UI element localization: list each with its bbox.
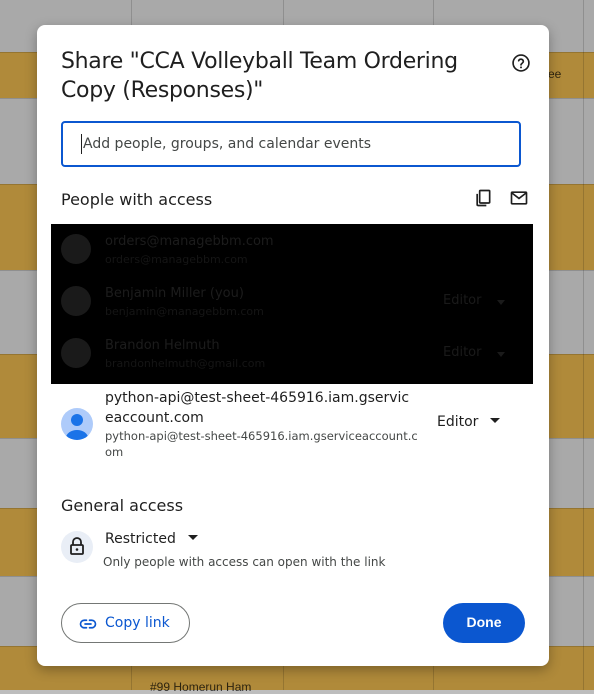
avatar (61, 234, 91, 264)
access-level-label: Restricted (105, 531, 176, 547)
sheet-cell-text: ee (548, 67, 562, 81)
redacted-person-email: benjamin@managebbm.com (105, 305, 264, 318)
chevron-down-icon (187, 535, 198, 540)
chevron-down-icon (497, 352, 505, 357)
redacted-person-row: orders@managebbm.com orders@managebbm.co… (51, 224, 533, 274)
person-email: python-api@test-sheet-465916.iam.gservic… (105, 429, 418, 459)
chevron-down-icon (490, 418, 501, 423)
link-icon (79, 619, 97, 629)
add-people-field[interactable] (61, 121, 521, 167)
redacted-person-row: Brandon Helmuth brandonhelmuth@gmail.com… (51, 328, 533, 380)
mail-icon[interactable] (509, 188, 529, 208)
general-access-dropdown[interactable]: Restricted (105, 530, 198, 548)
role-label: Editor (437, 414, 479, 430)
help-circle-icon[interactable] (511, 53, 531, 73)
done-button[interactable]: Done (443, 603, 525, 643)
redacted-person-name: Benjamin Miller (you) (105, 286, 244, 301)
dialog-title: Share "CCA Volleyball Team Ordering Copy… (61, 49, 458, 103)
redacted-person-email: brandonhelmuth@gmail.com (105, 357, 266, 370)
avatar (61, 408, 93, 440)
general-access-heading: General access (61, 496, 184, 515)
redacted-person-row: Benjamin Miller (you) benjamin@managebbm… (51, 276, 533, 328)
person-name: python-api@test-sheet-465916.iam.gservic… (105, 390, 410, 426)
role-dropdown[interactable]: Editor (437, 413, 501, 435)
lock-icon (70, 537, 84, 555)
redacted-person-name: orders@managebbm.com (105, 234, 274, 249)
text-caret (81, 134, 82, 154)
avatar (61, 286, 91, 316)
redacted-role: Editor (443, 293, 482, 308)
redacted-person-email: orders@managebbm.com (105, 253, 248, 266)
sheet-cell-text: #99 Homerun Ham (150, 680, 252, 694)
done-label: Done (466, 614, 502, 630)
copy-icon[interactable] (473, 188, 493, 208)
redacted-people-list: orders@managebbm.com orders@managebbm.co… (51, 224, 533, 384)
share-dialog: Share "CCA Volleyball Team Ordering Copy… (37, 25, 549, 666)
redacted-person-name: Brandon Helmuth (105, 338, 220, 353)
redacted-role: Editor (443, 345, 482, 360)
person-icon (65, 414, 89, 440)
chevron-down-icon (497, 300, 505, 305)
copy-link-button[interactable]: Copy link (61, 603, 190, 643)
access-description: Only people with access can open with th… (103, 555, 386, 569)
copy-link-label: Copy link (105, 615, 170, 631)
lock-icon-container (61, 531, 93, 563)
avatar (61, 338, 91, 368)
add-people-input[interactable] (81, 123, 515, 165)
people-with-access-heading: People with access (61, 190, 213, 209)
